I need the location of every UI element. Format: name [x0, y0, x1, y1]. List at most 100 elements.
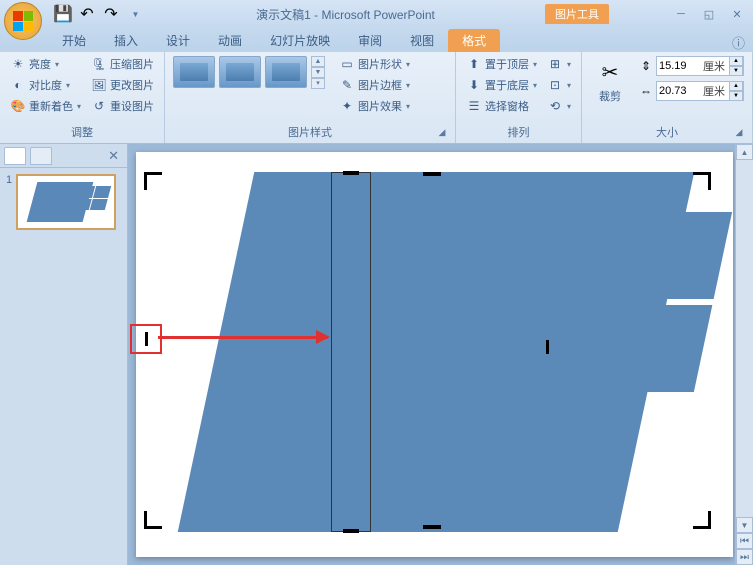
save-button[interactable]: 💾	[52, 3, 74, 25]
slide-thumbnail-1[interactable]: 1	[6, 174, 121, 230]
annotation-arrow	[158, 336, 328, 339]
tab-home[interactable]: 开始	[48, 29, 100, 52]
gallery-up[interactable]: ▲	[311, 56, 325, 67]
style-item-1[interactable]	[173, 56, 215, 88]
office-button[interactable]	[4, 2, 42, 40]
qat-customize[interactable]: ▼	[124, 3, 146, 25]
target-crop-handle[interactable]	[546, 340, 549, 354]
quick-access-toolbar: 💾 ↶ ↷ ▼	[52, 3, 146, 25]
tab-view[interactable]: 视图	[396, 29, 448, 52]
slide-canvas[interactable]	[136, 152, 733, 557]
crop-corner-br[interactable]	[693, 511, 711, 529]
workspace: ✕ 1	[0, 144, 753, 565]
next-slide-nav[interactable]: ⏭	[736, 549, 753, 565]
crop-handle-top[interactable]	[423, 172, 441, 176]
tab-format[interactable]: 格式	[448, 29, 500, 52]
vertical-scrollbar[interactable]: ▲ ▼ ⏮ ⏭	[735, 144, 753, 565]
group-label-arrange: 排列	[462, 123, 575, 141]
crop-handle-left[interactable]	[145, 332, 148, 346]
height-field[interactable]	[657, 60, 699, 72]
crop-corner-tl[interactable]	[144, 172, 162, 190]
restore-button[interactable]: ◱	[697, 5, 721, 23]
gallery-more[interactable]: ▾	[311, 78, 325, 89]
help-button[interactable]: ⓘ	[732, 33, 745, 52]
group-label-adjust: 调整	[6, 123, 158, 141]
brightness-icon: ☀	[10, 56, 26, 72]
outline-tab[interactable]	[30, 147, 52, 165]
crop-button[interactable]: ✂ 裁剪	[588, 54, 632, 106]
tab-insert[interactable]: 插入	[100, 29, 152, 52]
selection-handle-bottom[interactable]	[343, 529, 359, 533]
width-icon: ⇔	[638, 83, 654, 99]
height-up[interactable]: ▲	[729, 56, 743, 66]
width-up[interactable]: ▲	[729, 81, 743, 91]
title-bar: 💾 ↶ ↷ ▼ 演示文稿1 - Microsoft PowerPoint 图片工…	[0, 0, 753, 28]
scroll-track[interactable]	[736, 160, 753, 517]
height-down[interactable]: ▼	[729, 66, 743, 76]
prev-slide-nav[interactable]: ⏮	[736, 533, 753, 549]
save-icon: 💾	[53, 4, 73, 24]
width-input[interactable]: 厘米 ▲▼	[656, 81, 744, 101]
close-button[interactable]: ✕	[725, 5, 749, 23]
contrast-icon: ◐	[10, 77, 26, 93]
crop-corner-bl[interactable]	[144, 511, 162, 529]
crop-handle-bottom[interactable]	[423, 525, 441, 529]
gallery-down[interactable]: ▼	[311, 67, 325, 78]
selection-box[interactable]	[331, 172, 371, 532]
slide-panel: ✕ 1	[0, 144, 128, 565]
tab-design[interactable]: 设计	[152, 29, 204, 52]
reset-icon: ↺	[91, 98, 107, 114]
minimize-button[interactable]: ─	[669, 5, 693, 23]
redo-button[interactable]: ↷	[100, 3, 122, 25]
tab-review[interactable]: 审阅	[344, 29, 396, 52]
change-picture-button[interactable]: 🖼更改图片	[87, 75, 158, 95]
picture-effects-button[interactable]: ✦图片效果▾	[335, 96, 414, 116]
group-label-styles: 图片样式◢	[171, 123, 449, 141]
height-icon: ⇕	[638, 58, 654, 74]
recolor-button[interactable]: 🎨重新着色▾	[6, 96, 85, 116]
height-input[interactable]: 厘米 ▲▼	[656, 56, 744, 76]
picture-border-button[interactable]: ✎图片边框▾	[335, 75, 414, 95]
selection-handle-top[interactable]	[343, 171, 359, 175]
panel-close-button[interactable]: ✕	[104, 148, 123, 164]
scroll-up[interactable]: ▲	[736, 144, 753, 160]
send-back-button[interactable]: ⬇置于底层▾	[462, 75, 541, 95]
rotate-button[interactable]: ⟲▾	[543, 96, 575, 116]
tab-animation[interactable]: 动画	[204, 29, 256, 52]
thumbnail-list: 1	[0, 168, 127, 236]
redo-icon: ↷	[104, 4, 117, 24]
reset-picture-button[interactable]: ↺重设图片	[87, 96, 158, 116]
align-button[interactable]: ⊞▾	[543, 54, 575, 74]
size-launcher[interactable]: ◢	[732, 127, 746, 141]
ribbon-tabs: 开始 插入 设计 动画 幻灯片放映 审阅 视图 格式 ⓘ	[0, 28, 753, 52]
style-gallery: ▲ ▼ ▾	[171, 54, 325, 90]
canvas-area[interactable]: ▲ ▼ ⏮ ⏭	[128, 144, 753, 565]
group-label-size: 大小◢	[588, 123, 746, 141]
back-icon: ⬇	[466, 77, 482, 93]
window-controls: ─ ◱ ✕	[669, 5, 749, 23]
ribbon: ☀亮度▾ ◐对比度▾ 🎨重新着色▾ 🗜压缩图片 🖼更改图片 ↺重设图片 调整 ▲…	[0, 52, 753, 144]
selection-pane-button[interactable]: ☰选择窗格	[462, 96, 541, 116]
bring-front-button[interactable]: ⬆置于顶层▾	[462, 54, 541, 74]
grid-parallelograms[interactable]	[494, 212, 732, 392]
group-button[interactable]: ⊡▾	[543, 75, 575, 95]
style-item-3[interactable]	[265, 56, 307, 88]
rotate-icon: ⟲	[547, 98, 563, 114]
contrast-button[interactable]: ◐对比度▾	[6, 75, 85, 95]
style-item-2[interactable]	[219, 56, 261, 88]
width-field[interactable]	[657, 85, 699, 97]
tab-slideshow[interactable]: 幻灯片放映	[256, 29, 344, 52]
styles-launcher[interactable]: ◢	[435, 127, 449, 141]
scroll-down[interactable]: ▼	[736, 517, 753, 533]
brightness-button[interactable]: ☀亮度▾	[6, 54, 85, 74]
slides-tab[interactable]	[4, 147, 26, 165]
undo-button[interactable]: ↶	[76, 3, 98, 25]
crop-corner-tr[interactable]	[693, 172, 711, 190]
selection-icon: ☰	[466, 98, 482, 114]
context-tab-label: 图片工具	[545, 4, 609, 24]
shape-icon: ▭	[339, 56, 355, 72]
recolor-icon: 🎨	[10, 98, 26, 114]
picture-shape-button[interactable]: ▭图片形状▾	[335, 54, 414, 74]
compress-button[interactable]: 🗜压缩图片	[87, 54, 158, 74]
width-down[interactable]: ▼	[729, 91, 743, 101]
